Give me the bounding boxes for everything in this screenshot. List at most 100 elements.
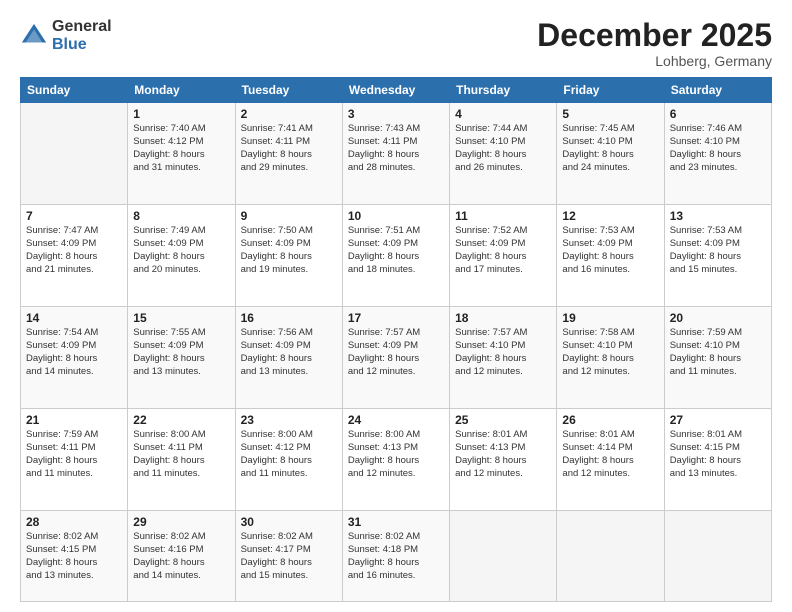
day-info: Sunrise: 7:47 AM Sunset: 4:09 PM Dayligh… — [26, 225, 122, 276]
title-block: December 2025 Lohberg, Germany — [537, 18, 772, 69]
table-row: 27 Sunrise: 8:01 AM Sunset: 4:15 PM Dayli… — [664, 409, 771, 511]
day-info: Sunrise: 7:51 AM Sunset: 4:09 PM Dayligh… — [348, 225, 444, 276]
day-number: 17 — [348, 311, 444, 325]
table-row: 11Sunrise: 7:52 AM Sunset: 4:09 PM Dayli… — [450, 205, 557, 307]
col-thursday: Thursday — [450, 78, 557, 103]
table-row: 7 Sunrise: 7:47 AM Sunset: 4:09 PM Daylig… — [21, 205, 128, 307]
day-info: Sunrise: 7:49 AM Sunset: 4:09 PM Dayligh… — [133, 225, 229, 276]
table-row: 15 Sunrise: 7:55 AM Sunset: 4:09 PM Dayli… — [128, 307, 235, 409]
day-number: 26 — [562, 413, 658, 427]
day-info: Sunrise: 7:56 AM Sunset: 4:09 PM Dayligh… — [241, 327, 337, 378]
day-number: 21 — [26, 413, 122, 427]
day-number: 2 — [241, 107, 337, 121]
table-row: 21 Sunrise: 7:59 AM Sunset: 4:11 PM Dayli… — [21, 409, 128, 511]
day-number: 8 — [133, 209, 229, 223]
day-number: 1 — [133, 107, 229, 121]
table-row: 20 Sunrise: 7:59 AM Sunset: 4:10 PM Dayli… — [664, 307, 771, 409]
day-info: Sunrise: 7:40 AM Sunset: 4:12 PM Dayligh… — [133, 123, 229, 174]
day-info: Sunrise: 7:44 AM Sunset: 4:10 PM Dayligh… — [455, 123, 551, 174]
day-number: 12 — [562, 209, 658, 223]
table-row: 13Sunrise: 7:53 AM Sunset: 4:09 PM Dayli… — [664, 205, 771, 307]
table-row — [450, 511, 557, 602]
logo-general-text: General — [52, 18, 112, 36]
table-row: 24 Sunrise: 8:00 AM Sunset: 4:13 PM Dayli… — [342, 409, 449, 511]
table-row: 2 Sunrise: 7:41 AM Sunset: 4:11 PM Daylig… — [235, 103, 342, 205]
location-subtitle: Lohberg, Germany — [537, 53, 772, 69]
day-number: 24 — [348, 413, 444, 427]
col-sunday: Sunday — [21, 78, 128, 103]
day-number: 6 — [670, 107, 766, 121]
table-row: 12 Sunrise: 7:53 AM Sunset: 4:09 PM Dayli… — [557, 205, 664, 307]
day-info: Sunrise: 7:59 AM Sunset: 4:10 PM Dayligh… — [670, 327, 766, 378]
day-info: Sunrise: 8:01 AM Sunset: 4:14 PM Dayligh… — [562, 429, 658, 480]
day-info: Sunrise: 8:02 AM Sunset: 4:16 PM Dayligh… — [133, 531, 229, 582]
logo: General Blue — [20, 18, 112, 53]
table-row: 29 Sunrise: 8:02 AM Sunset: 4:16 PM Dayli… — [128, 511, 235, 602]
calendar-header-row: Sunday Monday Tuesday Wednesday Thursday… — [21, 78, 772, 103]
day-info: Sunrise: 8:01 AM Sunset: 4:13 PM Dayligh… — [455, 429, 551, 480]
table-row: 19 Sunrise: 7:58 AM Sunset: 4:10 PM Dayli… — [557, 307, 664, 409]
table-row: 3Sunrise: 7:43 AM Sunset: 4:11 PM Daylig… — [342, 103, 449, 205]
day-info: Sunrise: 7:58 AM Sunset: 4:10 PM Dayligh… — [562, 327, 658, 378]
day-info: Sunrise: 7:53 AM Sunset: 4:09 PM Dayligh… — [670, 225, 766, 276]
logo-blue-text: Blue — [52, 36, 112, 54]
day-info: Sunrise: 8:01 AM Sunset: 4:15 PM Dayligh… — [670, 429, 766, 480]
day-info: Sunrise: 8:02 AM Sunset: 4:18 PM Dayligh… — [348, 531, 444, 582]
col-friday: Friday — [557, 78, 664, 103]
header: General Blue December 2025 Lohberg, Germ… — [20, 18, 772, 69]
table-row: 30Sunrise: 8:02 AM Sunset: 4:17 PM Dayli… — [235, 511, 342, 602]
day-number: 16 — [241, 311, 337, 325]
day-info: Sunrise: 7:59 AM Sunset: 4:11 PM Dayligh… — [26, 429, 122, 480]
table-row: 5 Sunrise: 7:45 AM Sunset: 4:10 PM Daylig… — [557, 103, 664, 205]
day-number: 30 — [241, 515, 337, 529]
logo-icon — [20, 22, 48, 50]
table-row: 22 Sunrise: 8:00 AM Sunset: 4:11 PM Dayli… — [128, 409, 235, 511]
day-number: 29 — [133, 515, 229, 529]
day-number: 9 — [241, 209, 337, 223]
month-year-title: December 2025 — [537, 18, 772, 53]
day-info: Sunrise: 8:00 AM Sunset: 4:13 PM Dayligh… — [348, 429, 444, 480]
day-info: Sunrise: 7:55 AM Sunset: 4:09 PM Dayligh… — [133, 327, 229, 378]
day-number: 10 — [348, 209, 444, 223]
day-number: 23 — [241, 413, 337, 427]
table-row: 23Sunrise: 8:00 AM Sunset: 4:12 PM Dayli… — [235, 409, 342, 511]
day-info: Sunrise: 7:57 AM Sunset: 4:10 PM Dayligh… — [455, 327, 551, 378]
table-row: 6 Sunrise: 7:46 AM Sunset: 4:10 PM Daylig… — [664, 103, 771, 205]
table-row: 8 Sunrise: 7:49 AM Sunset: 4:09 PM Daylig… — [128, 205, 235, 307]
day-number: 11 — [455, 209, 551, 223]
day-info: Sunrise: 7:57 AM Sunset: 4:09 PM Dayligh… — [348, 327, 444, 378]
day-number: 14 — [26, 311, 122, 325]
day-info: Sunrise: 8:00 AM Sunset: 4:11 PM Dayligh… — [133, 429, 229, 480]
table-row: 14 Sunrise: 7:54 AM Sunset: 4:09 PM Dayli… — [21, 307, 128, 409]
day-info: Sunrise: 7:54 AM Sunset: 4:09 PM Dayligh… — [26, 327, 122, 378]
day-info: Sunrise: 7:53 AM Sunset: 4:09 PM Dayligh… — [562, 225, 658, 276]
logo-text: General Blue — [52, 18, 112, 53]
day-info: Sunrise: 8:02 AM Sunset: 4:15 PM Dayligh… — [26, 531, 122, 582]
table-row: 10 Sunrise: 7:51 AM Sunset: 4:09 PM Dayli… — [342, 205, 449, 307]
day-number: 20 — [670, 311, 766, 325]
day-number: 19 — [562, 311, 658, 325]
table-row: 31 Sunrise: 8:02 AM Sunset: 4:18 PM Dayli… — [342, 511, 449, 602]
day-info: Sunrise: 7:45 AM Sunset: 4:10 PM Dayligh… — [562, 123, 658, 174]
table-row: 1 Sunrise: 7:40 AM Sunset: 4:12 PM Daylig… — [128, 103, 235, 205]
col-wednesday: Wednesday — [342, 78, 449, 103]
day-number: 5 — [562, 107, 658, 121]
table-row — [664, 511, 771, 602]
day-info: Sunrise: 7:46 AM Sunset: 4:10 PM Dayligh… — [670, 123, 766, 174]
day-number: 28 — [26, 515, 122, 529]
day-number: 22 — [133, 413, 229, 427]
table-row: 4Sunrise: 7:44 AM Sunset: 4:10 PM Daylig… — [450, 103, 557, 205]
day-info: Sunrise: 7:41 AM Sunset: 4:11 PM Dayligh… — [241, 123, 337, 174]
day-number: 15 — [133, 311, 229, 325]
table-row: 9Sunrise: 7:50 AM Sunset: 4:09 PM Daylig… — [235, 205, 342, 307]
table-row: 18Sunrise: 7:57 AM Sunset: 4:10 PM Dayli… — [450, 307, 557, 409]
table-row — [21, 103, 128, 205]
table-row: 16 Sunrise: 7:56 AM Sunset: 4:09 PM Dayli… — [235, 307, 342, 409]
col-monday: Monday — [128, 78, 235, 103]
table-row: 28 Sunrise: 8:02 AM Sunset: 4:15 PM Dayli… — [21, 511, 128, 602]
day-number: 31 — [348, 515, 444, 529]
day-number: 27 — [670, 413, 766, 427]
col-tuesday: Tuesday — [235, 78, 342, 103]
table-row: 26 Sunrise: 8:01 AM Sunset: 4:14 PM Dayli… — [557, 409, 664, 511]
day-number: 7 — [26, 209, 122, 223]
